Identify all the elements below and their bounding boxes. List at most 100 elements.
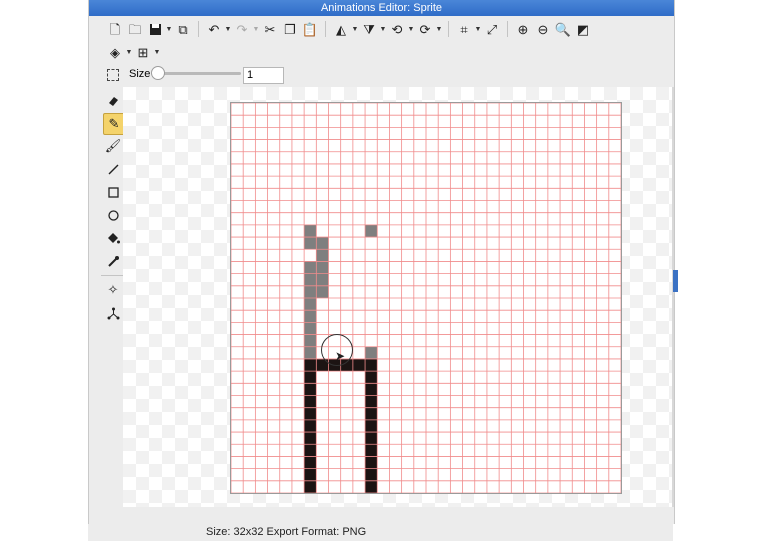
black-pixel [365,456,378,469]
flip-horizontal-dropdown-icon[interactable]: ▼ [351,26,359,33]
undo-icon[interactable]: ↶ [204,19,224,39]
gray-pixel [365,346,378,359]
gray-pixel [316,249,329,262]
black-pixel [304,432,317,445]
pencil-icon[interactable]: ✎ [103,113,125,135]
undo-dropdown-icon[interactable]: ▼ [224,26,232,33]
gray-pixel [304,224,317,238]
black-pixel [365,395,378,408]
mouse-pointer-icon: ➤ [335,349,346,363]
gray-pixel [304,237,317,250]
rotate-right-dropdown-icon[interactable]: ▼ [435,26,443,33]
black-pixel [365,444,378,457]
zoom-fit-icon[interactable]: 🔍 [553,19,573,39]
rotate-left-icon[interactable]: ⟲ [387,19,407,39]
flip-vertical-icon[interactable]: ⧩ [359,19,379,39]
rotate-right-icon[interactable]: ⟳ [415,19,435,39]
crop-dropdown-icon[interactable]: ▼ [474,26,482,33]
main-toolbar: 🗋 🗀 ▼ ⧉ ↶ ▼ ↷ ▼ ✂ ❐ 📋 ◭ ▼ ⧩ ▼ ⟲ ▼ ⟳ ▼ ⌗ … [105,18,593,40]
new-file-icon[interactable]: 🗋 [105,19,125,39]
flip-horizontal-icon[interactable]: ◭ [331,19,351,39]
eyedropper-icon[interactable] [103,251,123,271]
tool-sidebar: ✎ 🖌 ✧ [89,87,125,507]
save-icon[interactable] [145,19,165,39]
crosshair-icon[interactable]: ✧ [103,280,123,300]
black-pixel [365,432,378,445]
black-pixel [304,407,317,420]
black-pixel [365,468,378,481]
gray-pixel [304,310,317,323]
black-pixel [304,419,317,433]
toolbar-divider [325,21,326,37]
black-pixel [365,371,378,384]
background-window-edge [673,270,678,292]
flip-vertical-dropdown-icon[interactable]: ▼ [379,26,387,33]
black-pixel [304,395,317,408]
gray-pixel [304,285,317,298]
zoom-out-icon[interactable]: ⊖ [533,19,553,39]
sidebar-divider [101,275,123,276]
gray-pixel [316,273,329,286]
black-pixel [304,444,317,457]
black-pixel [352,358,366,372]
redo-dropdown-icon[interactable]: ▼ [252,26,260,33]
toolbar-divider [198,21,199,37]
selection-icon[interactable] [107,69,119,81]
rectangle-icon[interactable] [103,182,123,202]
black-pixel [304,468,317,481]
size-slider[interactable] [151,64,243,84]
rotate-left-dropdown-icon[interactable]: ▼ [407,26,415,33]
redo-icon[interactable]: ↷ [232,19,252,39]
black-pixel [365,419,378,433]
status-text: Size: 32x32 Export Format: PNG [206,526,367,538]
brush-icon[interactable]: 🖌 [103,136,123,156]
size-slider-knob[interactable] [151,66,165,80]
size-label: Size [129,68,151,80]
black-pixel [304,358,317,372]
gray-pixel [316,285,329,298]
toolbar-divider [448,21,449,37]
gray-pixel [316,237,329,250]
gray-pixel [365,224,378,238]
grid-dropdown-icon[interactable]: ▼ [153,49,161,56]
line-icon[interactable] [103,159,123,179]
black-pixel [365,383,378,396]
gray-pixel [304,334,317,347]
secondary-toolbar: ◈ ▼ ⊞ ▼ [105,41,161,63]
export-icon[interactable]: ⧉ [173,19,193,39]
cut-icon[interactable]: ✂ [260,19,280,39]
tool-options-bar: Size 1 [89,64,674,86]
gray-pixel [304,346,317,359]
open-folder-icon[interactable]: 🗀 [125,19,145,39]
black-pixel [304,480,317,493]
black-pixel [304,456,317,469]
grid-icon[interactable]: ⊞ [133,42,153,62]
vertical-scrollbar[interactable] [672,87,674,507]
gray-pixel [304,298,317,311]
save-dropdown-icon[interactable]: ▼ [165,26,173,33]
paste-icon[interactable]: 📋 [300,19,320,39]
size-slider-track [153,72,241,75]
eraser-icon[interactable] [103,90,123,110]
size-input[interactable]: 1 [243,67,284,84]
window-title: Animations Editor: Sprite [89,0,674,16]
gray-pixel [304,261,317,274]
resize-icon[interactable]: ⤢ [482,19,502,39]
ellipse-icon[interactable] [103,205,123,225]
gray-pixel [316,261,329,274]
black-pixel [365,407,378,420]
black-pixel [304,383,317,396]
layers-icon[interactable]: ◈ [105,42,125,62]
gray-pixel [304,273,317,286]
crop-icon[interactable]: ⌗ [454,19,474,39]
black-pixel [365,480,378,493]
paint-bucket-icon[interactable] [103,228,123,248]
origin-icon[interactable] [103,303,123,323]
copy-icon[interactable]: ❐ [280,19,300,39]
zoom-in-icon[interactable]: ⊕ [513,19,533,39]
background-icon[interactable]: ◩ [573,19,593,39]
black-pixel [304,371,317,384]
pixel-grid[interactable] [230,102,622,494]
sprite-canvas[interactable] [230,102,622,494]
layers-dropdown-icon[interactable]: ▼ [125,49,133,56]
